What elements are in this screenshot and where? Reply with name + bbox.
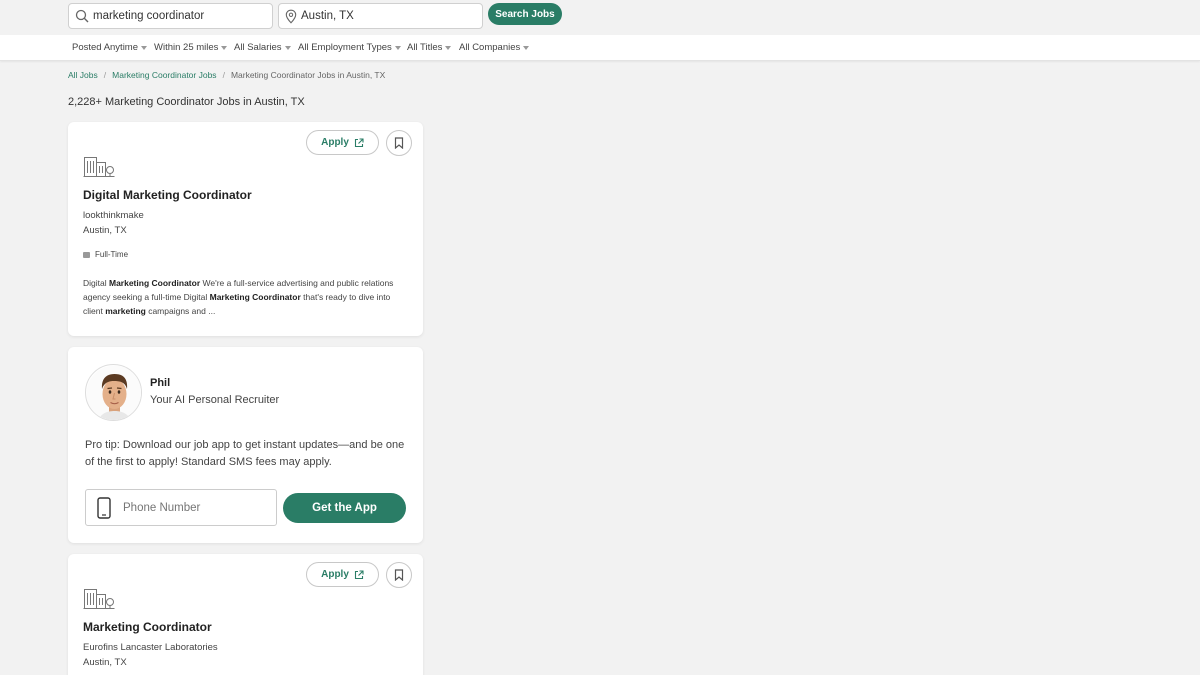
job-title[interactable]: Marketing Coordinator xyxy=(83,620,212,634)
caret-down-icon xyxy=(394,45,401,50)
smartphone-icon xyxy=(97,496,111,519)
job-type-label: Full-Time xyxy=(95,250,129,259)
filter-titles[interactable]: All Titles xyxy=(407,42,452,53)
save-job-button[interactable] xyxy=(386,562,412,588)
search-icon xyxy=(75,9,89,23)
filter-label: All Companies xyxy=(459,42,521,53)
result-count: 2,228+ Marketing Coordinator Jobs in Aus… xyxy=(68,96,305,108)
apply-label: Apply xyxy=(321,137,349,148)
phone-number-field[interactable] xyxy=(85,489,277,526)
filter-salary[interactable]: All Salaries xyxy=(234,42,291,53)
caret-down-icon xyxy=(141,45,148,50)
breadcrumb-marketing-coordinator-jobs[interactable]: Marketing Coordinator Jobs xyxy=(112,70,216,80)
filter-label: Posted Anytime xyxy=(72,42,139,53)
search-bar: Search Jobs xyxy=(0,0,1200,35)
building-icon xyxy=(83,589,115,609)
bookmark-icon xyxy=(394,569,404,581)
apply-button[interactable]: Apply xyxy=(306,562,379,587)
ai-recruiter-card: Phil Your AI Personal Recruiter Pro tip:… xyxy=(68,347,423,543)
building-icon xyxy=(83,157,115,177)
breadcrumb-separator: / xyxy=(222,70,225,80)
apply-label: Apply xyxy=(321,569,349,580)
job-card[interactable]: Apply Marketing Coordinator Eurofins Lan… xyxy=(68,554,423,675)
filter-label: All Employment Types xyxy=(298,42,392,53)
breadcrumb-current: Marketing Coordinator Jobs in Austin, TX xyxy=(230,70,386,80)
caret-down-icon xyxy=(221,45,228,50)
breadcrumb-separator: / xyxy=(103,70,107,80)
apply-button[interactable]: Apply xyxy=(306,130,379,155)
breadcrumb: All Jobs / Marketing Coordinator Jobs / Mark… xyxy=(68,70,385,80)
filter-companies[interactable]: All Companies xyxy=(459,42,530,53)
external-link-icon xyxy=(354,137,364,147)
filter-label: All Salaries xyxy=(234,42,282,53)
get-the-app-button[interactable]: Get the App xyxy=(283,493,406,523)
company-name: lookthinkmake xyxy=(83,210,144,221)
job-type: Full-Time xyxy=(83,250,128,259)
filter-employment-type[interactable]: All Employment Types xyxy=(298,42,401,53)
filter-bar: Posted Anytime Within 25 miles All Salar… xyxy=(0,35,1200,61)
filter-distance[interactable]: Within 25 miles xyxy=(154,42,228,53)
location-pin-icon xyxy=(285,9,297,24)
location-search-field[interactable] xyxy=(278,3,483,29)
external-link-icon xyxy=(354,569,364,579)
caret-down-icon xyxy=(284,45,291,50)
job-title[interactable]: Digital Marketing Coordinator xyxy=(83,188,252,202)
job-card[interactable]: Apply Digital Marketing Coordinator look… xyxy=(68,122,423,336)
briefcase-icon xyxy=(83,251,90,258)
recruiter-avatar xyxy=(85,364,142,421)
phone-number-input[interactable] xyxy=(123,501,263,514)
caret-down-icon xyxy=(523,45,530,50)
breadcrumb-all-jobs[interactable]: All Jobs xyxy=(68,70,98,80)
recruiter-face-icon xyxy=(86,365,141,420)
recruiter-name: Phil xyxy=(150,377,171,389)
location-input[interactable] xyxy=(301,10,471,22)
keyword-search-field[interactable] xyxy=(68,3,273,29)
save-job-button[interactable] xyxy=(386,130,412,156)
company-name: Eurofins Lancaster Laboratories xyxy=(83,642,218,653)
keyword-input[interactable] xyxy=(93,10,263,22)
job-location: Austin, TX xyxy=(83,225,127,236)
job-location: Austin, TX xyxy=(83,657,127,668)
job-description: Digital Marketing Coordinator We're a fu… xyxy=(83,278,394,316)
filter-label: Within 25 miles xyxy=(154,42,219,53)
filter-posted-date[interactable]: Posted Anytime xyxy=(72,42,148,53)
search-jobs-button[interactable]: Search Jobs xyxy=(488,3,562,25)
filter-label: All Titles xyxy=(407,42,443,53)
caret-down-icon xyxy=(445,45,452,50)
recruiter-role: Your AI Personal Recruiter xyxy=(150,394,280,406)
pro-tip-text: Pro tip: Download our job app to get ins… xyxy=(85,439,405,468)
bookmark-icon xyxy=(394,137,404,149)
